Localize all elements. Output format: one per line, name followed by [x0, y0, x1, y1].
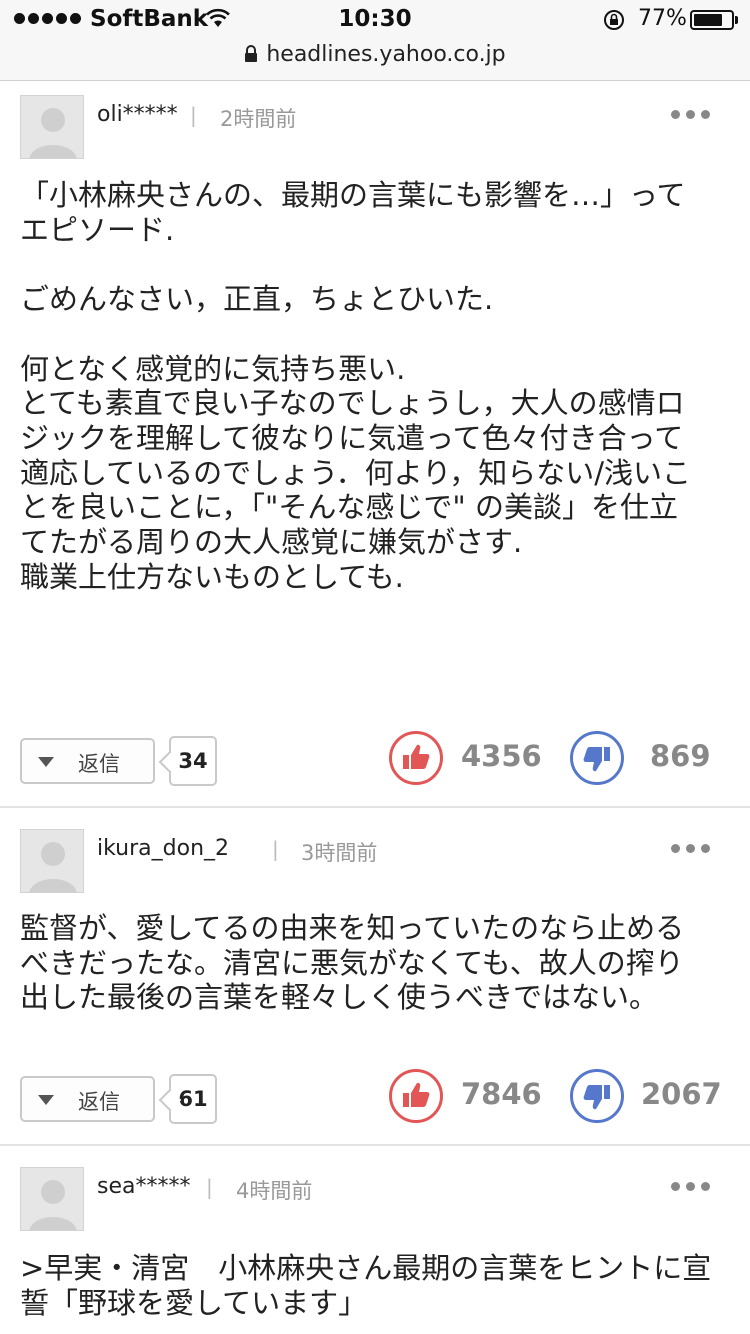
default-user-icon: [29, 108, 77, 158]
comment-divider: [0, 1144, 750, 1146]
battery-level-fill: [694, 14, 722, 26]
thumbs-down-icon[interactable]: [570, 1069, 624, 1123]
thumbs-up-icon[interactable]: [389, 1069, 443, 1123]
reply-label: 返信: [78, 1090, 120, 1114]
reply-label: 返信: [78, 752, 120, 776]
rotation-lock-icon: [604, 10, 624, 30]
time-ago: 2時間前: [220, 107, 297, 131]
divider: |: [272, 837, 279, 861]
username[interactable]: ikura_don_2: [97, 836, 229, 861]
more-options-icon[interactable]: [671, 110, 710, 119]
caret-down-icon: [38, 1095, 54, 1105]
avatar[interactable]: [20, 829, 84, 893]
more-options-icon[interactable]: [671, 1182, 710, 1191]
comment-divider: [0, 806, 750, 808]
avatar[interactable]: [20, 95, 84, 159]
divider: |: [190, 103, 197, 127]
time-ago: 4時間前: [236, 1179, 313, 1203]
default-user-icon: [29, 1180, 77, 1230]
status-bar: SoftBank 10:30 77%: [0, 0, 750, 40]
thumbs-up-icon[interactable]: [389, 731, 443, 785]
time-ago: 3時間前: [301, 841, 378, 865]
reply-count: 61: [169, 1074, 217, 1124]
address-bar[interactable]: headlines.yahoo.co.jp: [0, 42, 750, 67]
thumbs-down-icon[interactable]: [570, 731, 624, 785]
divider: |: [206, 1175, 213, 1199]
username[interactable]: oli*****: [97, 102, 178, 127]
browser-top-bar: SoftBank 10:30 77% headlines.yahoo.co.jp: [0, 0, 750, 81]
comment-body: >早実・清宮 小林麻央さん最期の言葉をヒントに宣 誓「野球を愛しています」: [20, 1251, 712, 1320]
battery-percentage: 77%: [638, 6, 687, 31]
default-user-icon: [29, 842, 77, 892]
battery-icon: [690, 10, 734, 30]
caret-down-icon: [38, 757, 54, 767]
comment-body: 監督が、愛してるの由来を知っていたのなら止める べきだったな。清宮に悪気がなくて…: [20, 911, 685, 1015]
reply-button[interactable]: 返信: [20, 1076, 155, 1122]
reply-button[interactable]: 返信: [20, 738, 155, 784]
reply-count: 34: [169, 736, 217, 786]
username[interactable]: sea*****: [97, 1174, 190, 1199]
like-count: 4356: [461, 739, 542, 773]
dislike-count: 869: [650, 739, 711, 773]
comment-body: 「小林麻央さんの、最期の言葉にも影響を…」って エピソード. ごめんなさい，正直…: [20, 178, 691, 594]
like-count: 7846: [461, 1077, 542, 1111]
battery-cap: [735, 16, 738, 24]
padlock-icon: [245, 45, 258, 62]
dislike-count: 2067: [641, 1077, 722, 1111]
avatar[interactable]: [20, 1167, 84, 1231]
url-host: headlines.yahoo.co.jp: [266, 42, 506, 67]
more-options-icon[interactable]: [671, 844, 710, 853]
